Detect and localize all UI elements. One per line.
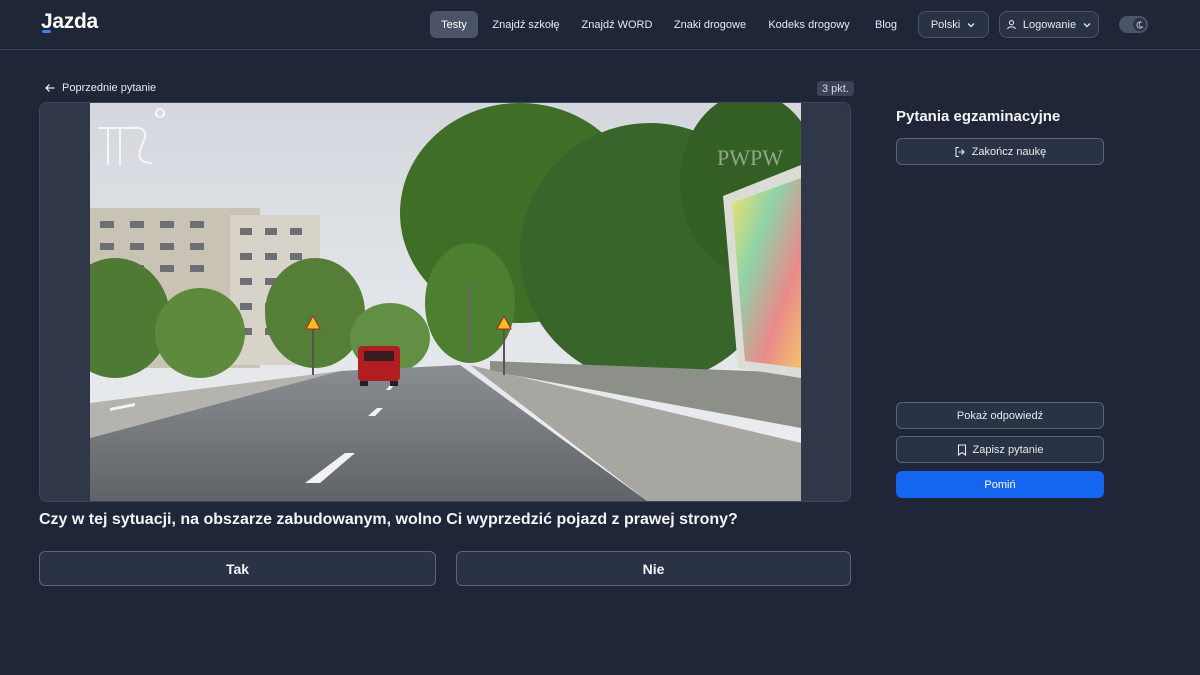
nav-kodeks-drogowy[interactable]: Kodeks drogowy: [763, 11, 855, 38]
previous-question-link[interactable]: Poprzednie pytanie: [44, 80, 156, 96]
user-icon: [1007, 20, 1016, 30]
answer-tak-button[interactable]: Tak: [39, 551, 436, 586]
nav-znaki-drogowe[interactable]: Znaki drogowe: [668, 11, 752, 38]
skip-label: Pomiń: [984, 478, 1016, 491]
end-learning-label: Zakończ naukę: [971, 145, 1047, 158]
language-select[interactable]: Polski: [918, 11, 989, 38]
end-learning-button[interactable]: Zakończ naukę: [896, 138, 1104, 165]
top-header: Jazda Testy Znajdź szkołę Znajdź WORD Zn…: [0, 0, 1200, 50]
logo-accent: [42, 30, 51, 33]
question-text: Czy w tej sytuacji, na obszarze zabudowa…: [39, 511, 738, 528]
arrow-left-icon: [45, 84, 55, 92]
logout-icon: [955, 146, 965, 157]
bookmark-icon: [957, 443, 966, 456]
nav-znajdz-szkole[interactable]: Znajdź szkołę: [487, 11, 565, 38]
theme-toggle[interactable]: [1119, 16, 1148, 33]
nav-blog[interactable]: Blog: [866, 11, 906, 38]
nav-znajdz-word[interactable]: Znajdź WORD: [577, 11, 657, 38]
road-scene-image: PWPW: [90, 103, 801, 501]
skip-button[interactable]: Pomiń: [896, 471, 1104, 498]
show-answer-label: Pokaż odpowiedź: [956, 409, 1044, 422]
save-question-button[interactable]: Zapisz pytanie: [896, 436, 1104, 463]
save-question-label: Zapisz pytanie: [972, 443, 1044, 456]
question-media: PWPW: [39, 102, 851, 502]
previous-question-label: Poprzednie pytanie: [62, 82, 157, 94]
chevron-down-icon: [967, 22, 975, 27]
watermark-pwpw: PWPW: [717, 145, 783, 170]
points-badge: 3 pkt.: [817, 81, 854, 96]
login-label: Logowanie: [1022, 18, 1077, 31]
nav-testy[interactable]: Testy: [430, 11, 478, 38]
login-button[interactable]: Logowanie: [999, 11, 1099, 38]
moon-icon: [1133, 18, 1146, 31]
show-answer-button[interactable]: Pokaż odpowiedź: [896, 402, 1104, 429]
language-label: Polski: [930, 18, 961, 31]
sidebar-title: Pytania egzaminacyjne: [896, 108, 1061, 125]
chevron-down-icon: [1083, 22, 1091, 27]
answer-nie-button[interactable]: Nie: [456, 551, 851, 586]
